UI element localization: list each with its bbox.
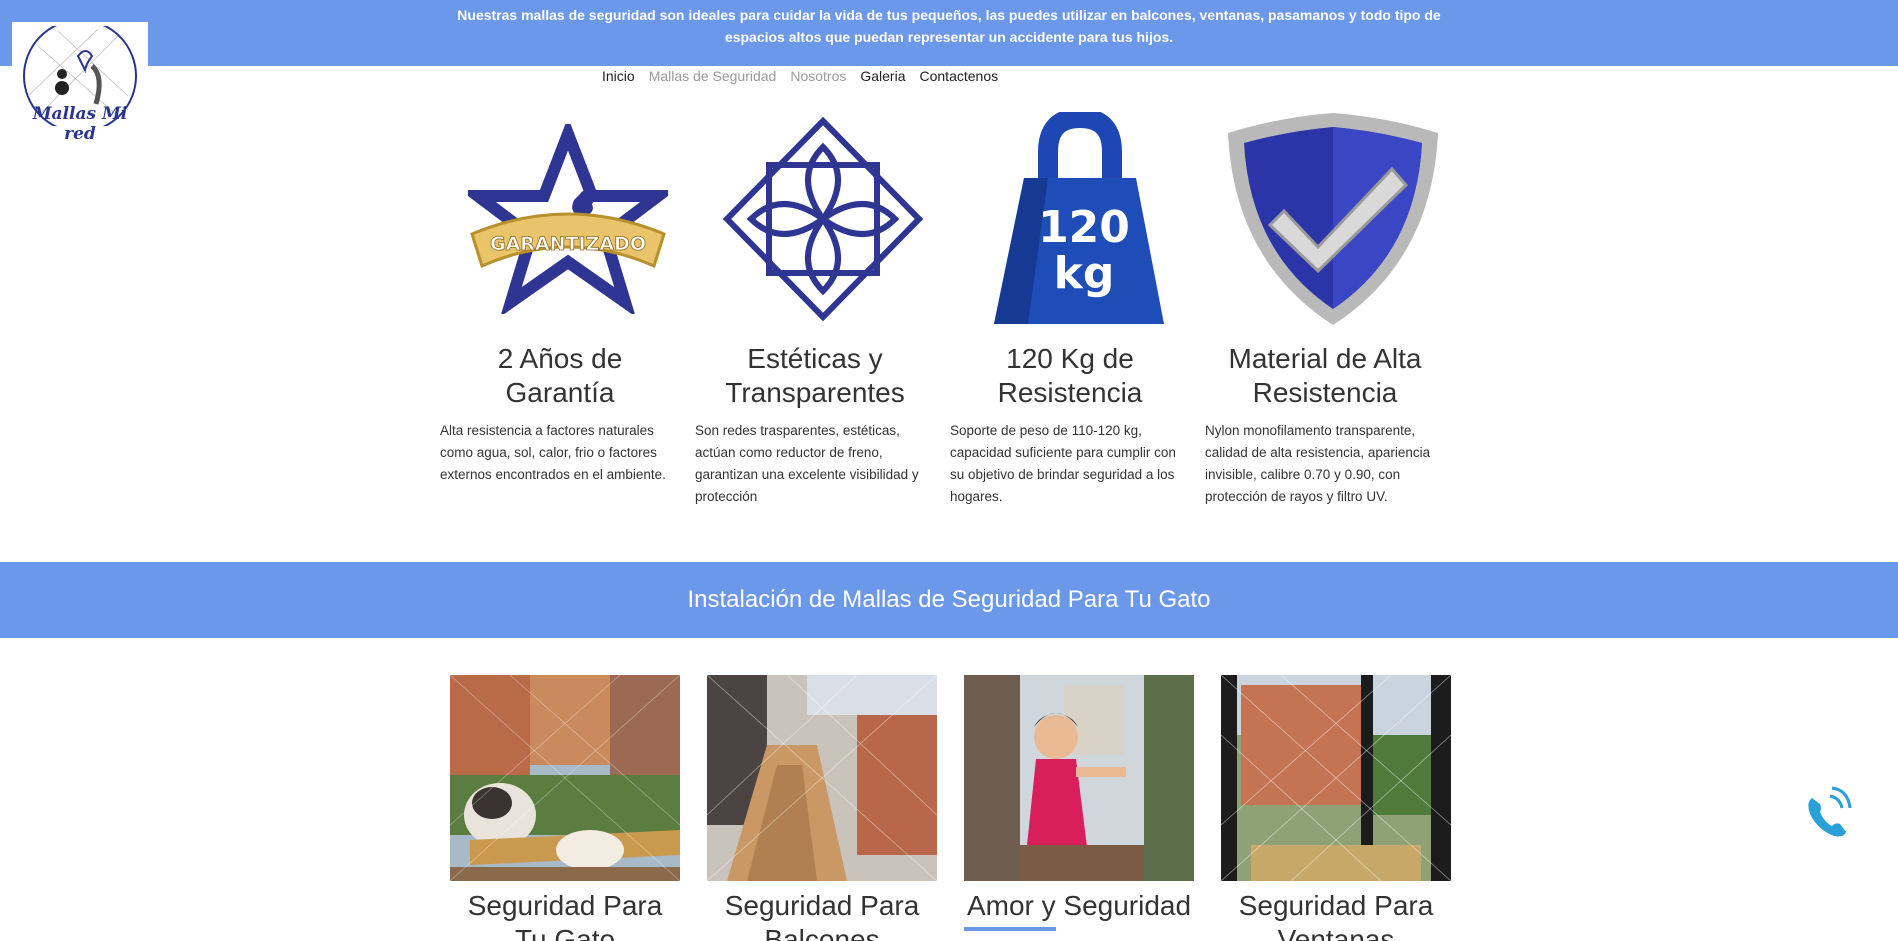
svg-text:GARANTIZADO: GARANTIZADO	[490, 233, 646, 255]
card-love-safety[interactable]: Amor y Seguridad	[964, 675, 1194, 941]
phone-call-button[interactable]	[1802, 786, 1854, 840]
nav-item-contactenos[interactable]: Contactenos	[920, 68, 999, 84]
section-header: Instalación de Mallas de Seguridad Para …	[0, 562, 1898, 638]
nav-item-mallas-de-seguridad[interactable]: Mallas de Seguridad	[649, 68, 777, 84]
feature-description: Alta resistencia a factores naturales co…	[440, 423, 666, 482]
card-title: Amor y Seguridad	[966, 890, 1192, 921]
site-logo[interactable]: Mallas Mi red	[12, 22, 148, 144]
feature-title: 2 Años de Garantía	[497, 343, 623, 408]
feature-description: Soporte de peso de 110-120 kg, capacidad…	[950, 423, 1176, 504]
card-title: Seguridad Para Balcones	[724, 890, 920, 941]
card-title: Seguridad Para Tu Gato	[467, 890, 663, 941]
feature-title: 120 Kg de Resistencia	[997, 343, 1143, 408]
weight-icon: 120 kg	[993, 112, 1164, 324]
feature-title: Material de Alta Resistencia	[1228, 343, 1422, 408]
logo-text: Mallas Mi red	[32, 104, 128, 144]
phone-icon	[1808, 786, 1852, 837]
feature-description: Nylon monofilamento transparente, calida…	[1205, 423, 1431, 504]
card-photo-cats	[450, 675, 680, 881]
nav-item-inicio[interactable]: Inicio	[602, 68, 635, 84]
card-photo-balcony	[707, 675, 937, 881]
card-cat-safety[interactable]: Seguridad Para Tu Gato	[450, 675, 680, 941]
shield-check-icon	[1227, 113, 1438, 325]
feature-aesthetic: Estéticas y Transparentes Son redes tras…	[695, 108, 950, 508]
card-title: Seguridad Para Ventanas	[1238, 890, 1434, 941]
feature-material: Material de Alta Resistencia Nylon monof…	[1205, 108, 1460, 508]
feature-title: Estéticas y Transparentes	[725, 343, 905, 408]
card-photo-window	[1221, 675, 1451, 881]
active-underline	[964, 927, 1056, 931]
card-window-safety[interactable]: Seguridad Para Ventanas	[1221, 675, 1451, 941]
svg-text:kg: kg	[1053, 248, 1114, 299]
feature-guarantee: GARANTIZADO 2 Años de Garantía Alta resi…	[440, 108, 695, 508]
feature-description: Son redes trasparentes, estéticas, actúa…	[695, 423, 919, 504]
flower-pattern-icon	[722, 117, 923, 321]
top-banner: Nuestras mallas de seguridad son ideales…	[0, 0, 1898, 66]
banner-text: Nuestras mallas de seguridad son ideales…	[457, 7, 1441, 45]
main-nav: Inicio Mallas de Seguridad Nosotros Gale…	[602, 68, 998, 84]
card-balcony-safety[interactable]: Seguridad Para Balcones	[707, 675, 937, 941]
svg-text:120: 120	[1038, 202, 1130, 253]
nav-item-nosotros[interactable]: Nosotros	[790, 68, 846, 84]
guarantee-star-icon: GARANTIZADO	[467, 124, 668, 314]
cards-row: Seguridad Para Tu Gato Seguridad Para Ba…	[450, 675, 1451, 941]
feature-resistance: 120 kg 120 Kg de Resistencia Soporte de …	[950, 108, 1205, 508]
card-photo-child	[964, 675, 1194, 881]
nav-item-galeria[interactable]: Galeria	[860, 68, 905, 84]
section-title: Instalación de Mallas de Seguridad Para …	[687, 586, 1211, 613]
features-row: GARANTIZADO 2 Años de Garantía Alta resi…	[440, 108, 1460, 508]
